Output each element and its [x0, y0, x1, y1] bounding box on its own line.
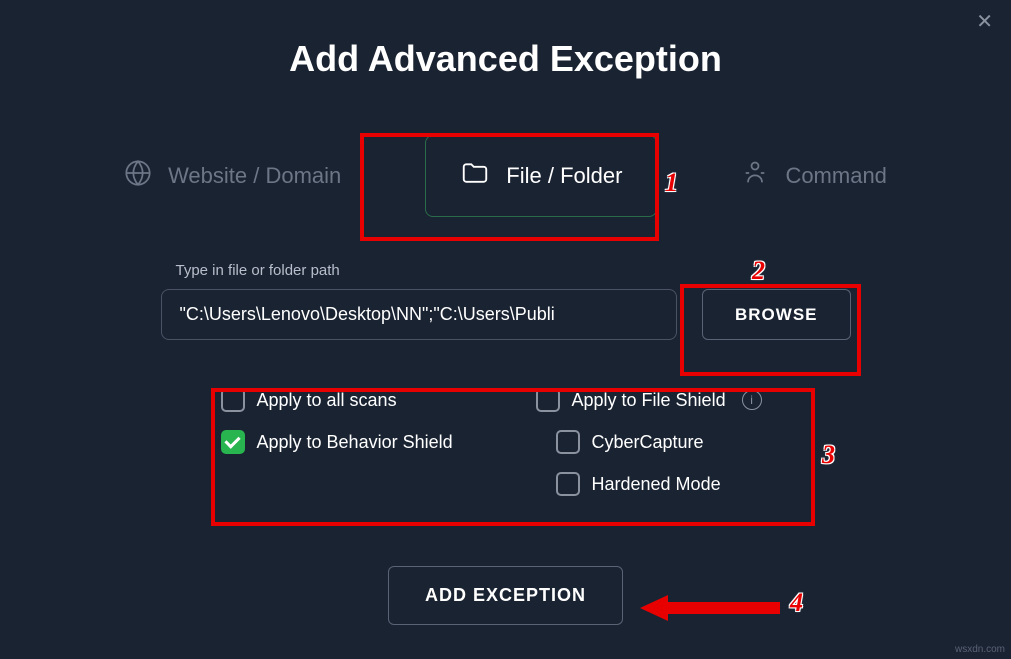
apply-options: Apply to all scans Apply to File Shield …: [211, 370, 801, 518]
tab-label: File / Folder: [506, 163, 622, 189]
annotation-number: 4: [790, 588, 803, 618]
option-file-shield[interactable]: Apply to File Shield i: [516, 388, 791, 412]
tab-file-folder[interactable]: File / Folder: [425, 135, 657, 217]
exception-type-tabs: Website / Domain File / Folder Command: [0, 135, 1011, 217]
annotation-arrow-icon: [640, 595, 780, 621]
checkbox-unchecked-icon: [556, 472, 580, 496]
browse-button[interactable]: BROWSE: [702, 289, 851, 340]
watermark: wsxdn.com: [955, 644, 1005, 655]
option-label: Apply to File Shield: [572, 390, 726, 411]
globe-icon: [124, 159, 152, 193]
page-title: Add Advanced Exception: [0, 0, 1011, 80]
option-all-scans[interactable]: Apply to all scans: [221, 388, 496, 412]
folder-icon: [460, 158, 490, 194]
tab-command[interactable]: Command: [707, 137, 920, 215]
option-hardened-mode[interactable]: Hardened Mode: [516, 472, 791, 496]
option-label: CyberCapture: [592, 432, 704, 453]
info-icon[interactable]: i: [742, 390, 762, 410]
close-button[interactable]: ✕: [976, 12, 993, 32]
option-behavior-shield[interactable]: Apply to Behavior Shield: [221, 430, 496, 454]
add-exception-button[interactable]: ADD EXCEPTION: [388, 566, 623, 625]
path-input-label: Type in file or folder path: [176, 262, 851, 279]
tab-label: Command: [785, 163, 886, 189]
checkbox-unchecked-icon: [536, 388, 560, 412]
path-row: BROWSE: [161, 289, 851, 340]
option-label: Apply to all scans: [257, 390, 397, 411]
annotation-number: 3: [822, 440, 835, 470]
command-icon: [741, 159, 769, 193]
tab-label: Website / Domain: [168, 163, 341, 189]
path-input[interactable]: [161, 289, 678, 340]
checkbox-unchecked-icon: [221, 388, 245, 412]
option-label: Apply to Behavior Shield: [257, 432, 453, 453]
option-cybercapture[interactable]: CyberCapture: [516, 430, 791, 454]
tab-website-domain[interactable]: Website / Domain: [90, 137, 375, 215]
checkbox-unchecked-icon: [556, 430, 580, 454]
checkbox-checked-icon: [221, 430, 245, 454]
option-label: Hardened Mode: [592, 474, 721, 495]
path-section: Type in file or folder path BROWSE: [161, 262, 851, 340]
